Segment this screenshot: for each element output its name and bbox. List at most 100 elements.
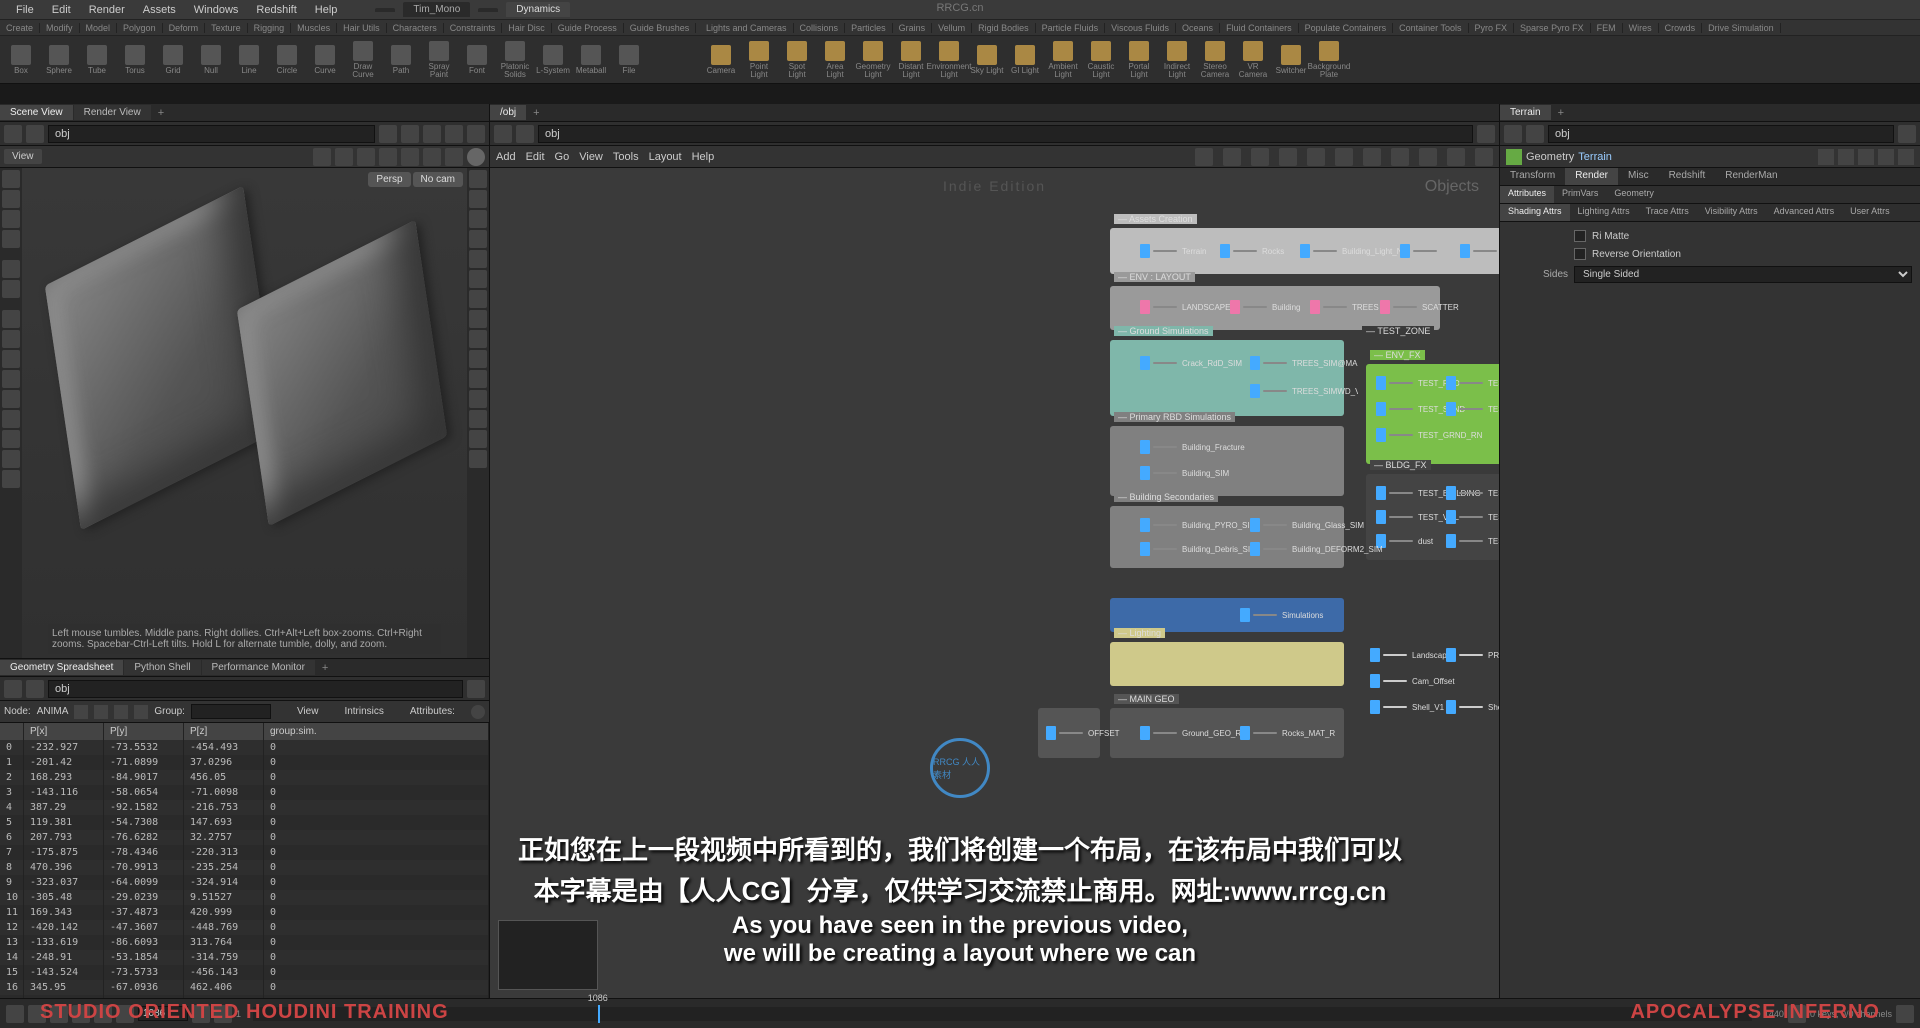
net-menu-layout[interactable]: Layout bbox=[649, 151, 682, 163]
path-back[interactable] bbox=[4, 125, 22, 143]
param-back[interactable] bbox=[1504, 125, 1522, 143]
desktop-tab-0[interactable] bbox=[375, 8, 395, 12]
tool-b[interactable] bbox=[2, 330, 20, 348]
param-info-icon[interactable] bbox=[1898, 149, 1914, 165]
shelf-tool[interactable]: Sphere bbox=[42, 38, 76, 82]
table-row[interactable]: 10-305.48-29.02399.515270 bbox=[0, 890, 489, 905]
shelf-tool[interactable]: Point Light bbox=[742, 38, 776, 82]
disp-12[interactable] bbox=[469, 430, 487, 448]
shelf-tool[interactable]: Font bbox=[460, 38, 494, 82]
disp-0[interactable] bbox=[469, 170, 487, 188]
vp-btn-5[interactable] bbox=[423, 148, 441, 166]
shelf-cat[interactable]: Drive Simulation bbox=[1702, 23, 1781, 33]
shelf-tool[interactable]: Grid bbox=[156, 38, 190, 82]
timeline-track[interactable]: 1086 bbox=[253, 1007, 1752, 1021]
shelf-tool[interactable]: Geometry Light bbox=[856, 38, 890, 82]
tool-h[interactable] bbox=[2, 470, 20, 488]
net-back[interactable] bbox=[494, 125, 512, 143]
tab-perf-monitor[interactable]: Performance Monitor bbox=[202, 660, 315, 675]
shelf-tool[interactable]: VR Camera bbox=[1236, 38, 1270, 82]
network-node[interactable]: TREES_SIM@MAIN_V bbox=[1250, 356, 1375, 370]
network-box[interactable]: — BLDG_FXTEST_BUILDINGTEST_bldgDustTEST_… bbox=[1366, 474, 1499, 560]
shelf-tool[interactable]: Area Light bbox=[818, 38, 852, 82]
play-first-icon[interactable] bbox=[6, 1005, 24, 1023]
select-sides[interactable]: Single Sided bbox=[1574, 266, 1912, 283]
check-rimatte[interactable] bbox=[1574, 230, 1586, 242]
network-box[interactable]: — ENV : LAYOUTLANDSCAPEBuildingTREESSCAT… bbox=[1110, 286, 1440, 330]
play-next-icon[interactable] bbox=[94, 1005, 112, 1023]
ss-intrinsics-label[interactable]: Intrinsics bbox=[344, 706, 383, 717]
param-help-icon[interactable] bbox=[1878, 149, 1894, 165]
net-menu-add[interactable]: Add bbox=[496, 151, 516, 163]
network-node[interactable]: Terrain bbox=[1140, 244, 1206, 258]
stab-attributes[interactable]: Attributes bbox=[1500, 186, 1554, 203]
network-node[interactable]: Shell_003 bbox=[1446, 700, 1499, 714]
stab-lighting[interactable]: Lighting Attrs bbox=[1570, 204, 1638, 221]
table-row[interactable]: 15-143.524-73.5733-456.1430 bbox=[0, 965, 489, 980]
vp-btn-3[interactable] bbox=[379, 148, 397, 166]
menu-render[interactable]: Render bbox=[81, 2, 133, 18]
desktop-tab-3[interactable]: Dynamics bbox=[506, 2, 570, 17]
network-box[interactable]: — Assets CreationTerrainRocksBuilding_Li… bbox=[1110, 228, 1499, 274]
network-node[interactable] bbox=[1400, 244, 1442, 258]
shelf-tool[interactable]: Metaball bbox=[574, 38, 608, 82]
mid-tab-obj[interactable]: /obj bbox=[490, 105, 526, 120]
network-box[interactable]: — ENV_FXTEST_RBDTEST_DEBRISTEST_SANDTEST… bbox=[1366, 364, 1499, 464]
timeline-opt[interactable] bbox=[1788, 1005, 1806, 1023]
network-node[interactable]: TEST_Forest bbox=[1446, 402, 1499, 416]
shelf-cat[interactable]: Guide Process bbox=[552, 23, 624, 33]
col-px[interactable]: P[x] bbox=[24, 723, 104, 740]
shelf-tool[interactable]: Background Plate bbox=[1312, 38, 1346, 82]
shelf-cat[interactable]: FEM bbox=[1591, 23, 1623, 33]
table-row[interactable]: 3-143.116-58.0654-71.00980 bbox=[0, 785, 489, 800]
view-dropdown[interactable]: View bbox=[4, 149, 42, 164]
col-groupsim[interactable]: group:sim. bbox=[264, 723, 489, 740]
stab-shading[interactable]: Shading Attrs bbox=[1500, 204, 1570, 221]
vp-btn-4[interactable] bbox=[401, 148, 419, 166]
disp-lock-icon[interactable] bbox=[469, 250, 487, 268]
net-tool-10[interactable] bbox=[1475, 148, 1493, 166]
shelf-tool[interactable]: Distant Light bbox=[894, 38, 928, 82]
table-row[interactable]: 6207.793-76.628232.27570 bbox=[0, 830, 489, 845]
shelf-cat[interactable]: Vellum bbox=[932, 23, 972, 33]
ss-group-input[interactable] bbox=[191, 704, 271, 719]
network-node[interactable]: Shell_V1 bbox=[1370, 700, 1444, 714]
network-node[interactable]: Building bbox=[1230, 300, 1300, 314]
ss-class-prims-icon[interactable] bbox=[114, 705, 128, 719]
shelf-tool[interactable]: Draw Curve bbox=[346, 38, 380, 82]
shelf-cat[interactable]: Particle Fluids bbox=[1036, 23, 1106, 33]
col-pz[interactable]: P[z] bbox=[184, 723, 264, 740]
param-search-icon[interactable] bbox=[1858, 149, 1874, 165]
frame-prev[interactable] bbox=[192, 1005, 210, 1023]
param-h-icon[interactable] bbox=[1838, 149, 1854, 165]
tool-c[interactable] bbox=[2, 350, 20, 368]
net-tool-2[interactable] bbox=[1251, 148, 1269, 166]
disp-1[interactable] bbox=[469, 190, 487, 208]
table-row[interactable]: 8470.396-70.9913-235.2540 bbox=[0, 860, 489, 875]
shelf-cat[interactable]: Modify bbox=[40, 23, 80, 33]
param-pin-icon[interactable] bbox=[1898, 125, 1916, 143]
menu-help[interactable]: Help bbox=[307, 2, 346, 18]
ptab-misc[interactable]: Misc bbox=[1618, 168, 1659, 185]
tool-scale[interactable] bbox=[2, 230, 20, 248]
ptab-redshift[interactable]: Redshift bbox=[1659, 168, 1716, 185]
tool-e[interactable] bbox=[2, 390, 20, 408]
table-row[interactable]: 1-201.42-71.089937.02960 bbox=[0, 755, 489, 770]
network-node[interactable]: Landscaper bbox=[1370, 648, 1454, 662]
shelf-cat[interactable]: Characters bbox=[387, 23, 444, 33]
network-box[interactable]: — Ground SimulationsCrack_RdD_SIMTREES_S… bbox=[1110, 340, 1344, 416]
path-opt-4[interactable] bbox=[467, 125, 485, 143]
net-menu-help[interactable]: Help bbox=[692, 151, 715, 163]
shelf-tool[interactable]: Tube bbox=[80, 38, 114, 82]
network-box[interactable]: Simulations bbox=[1110, 598, 1344, 632]
disp-10[interactable] bbox=[469, 390, 487, 408]
play-stop-icon[interactable] bbox=[50, 1005, 68, 1023]
net-pin-icon[interactable] bbox=[1477, 125, 1495, 143]
shelf-tool[interactable]: Curve bbox=[308, 38, 342, 82]
shelf-cat[interactable]: Wires bbox=[1623, 23, 1659, 33]
network-node[interactable]: TEST_bldgDust bbox=[1446, 534, 1499, 548]
shelf-cat[interactable]: Grains bbox=[893, 23, 933, 33]
tool-d[interactable] bbox=[2, 370, 20, 388]
network-node[interactable]: PROXY_SIM bbox=[1446, 648, 1499, 662]
timeline-auto-icon[interactable] bbox=[1896, 1005, 1914, 1023]
